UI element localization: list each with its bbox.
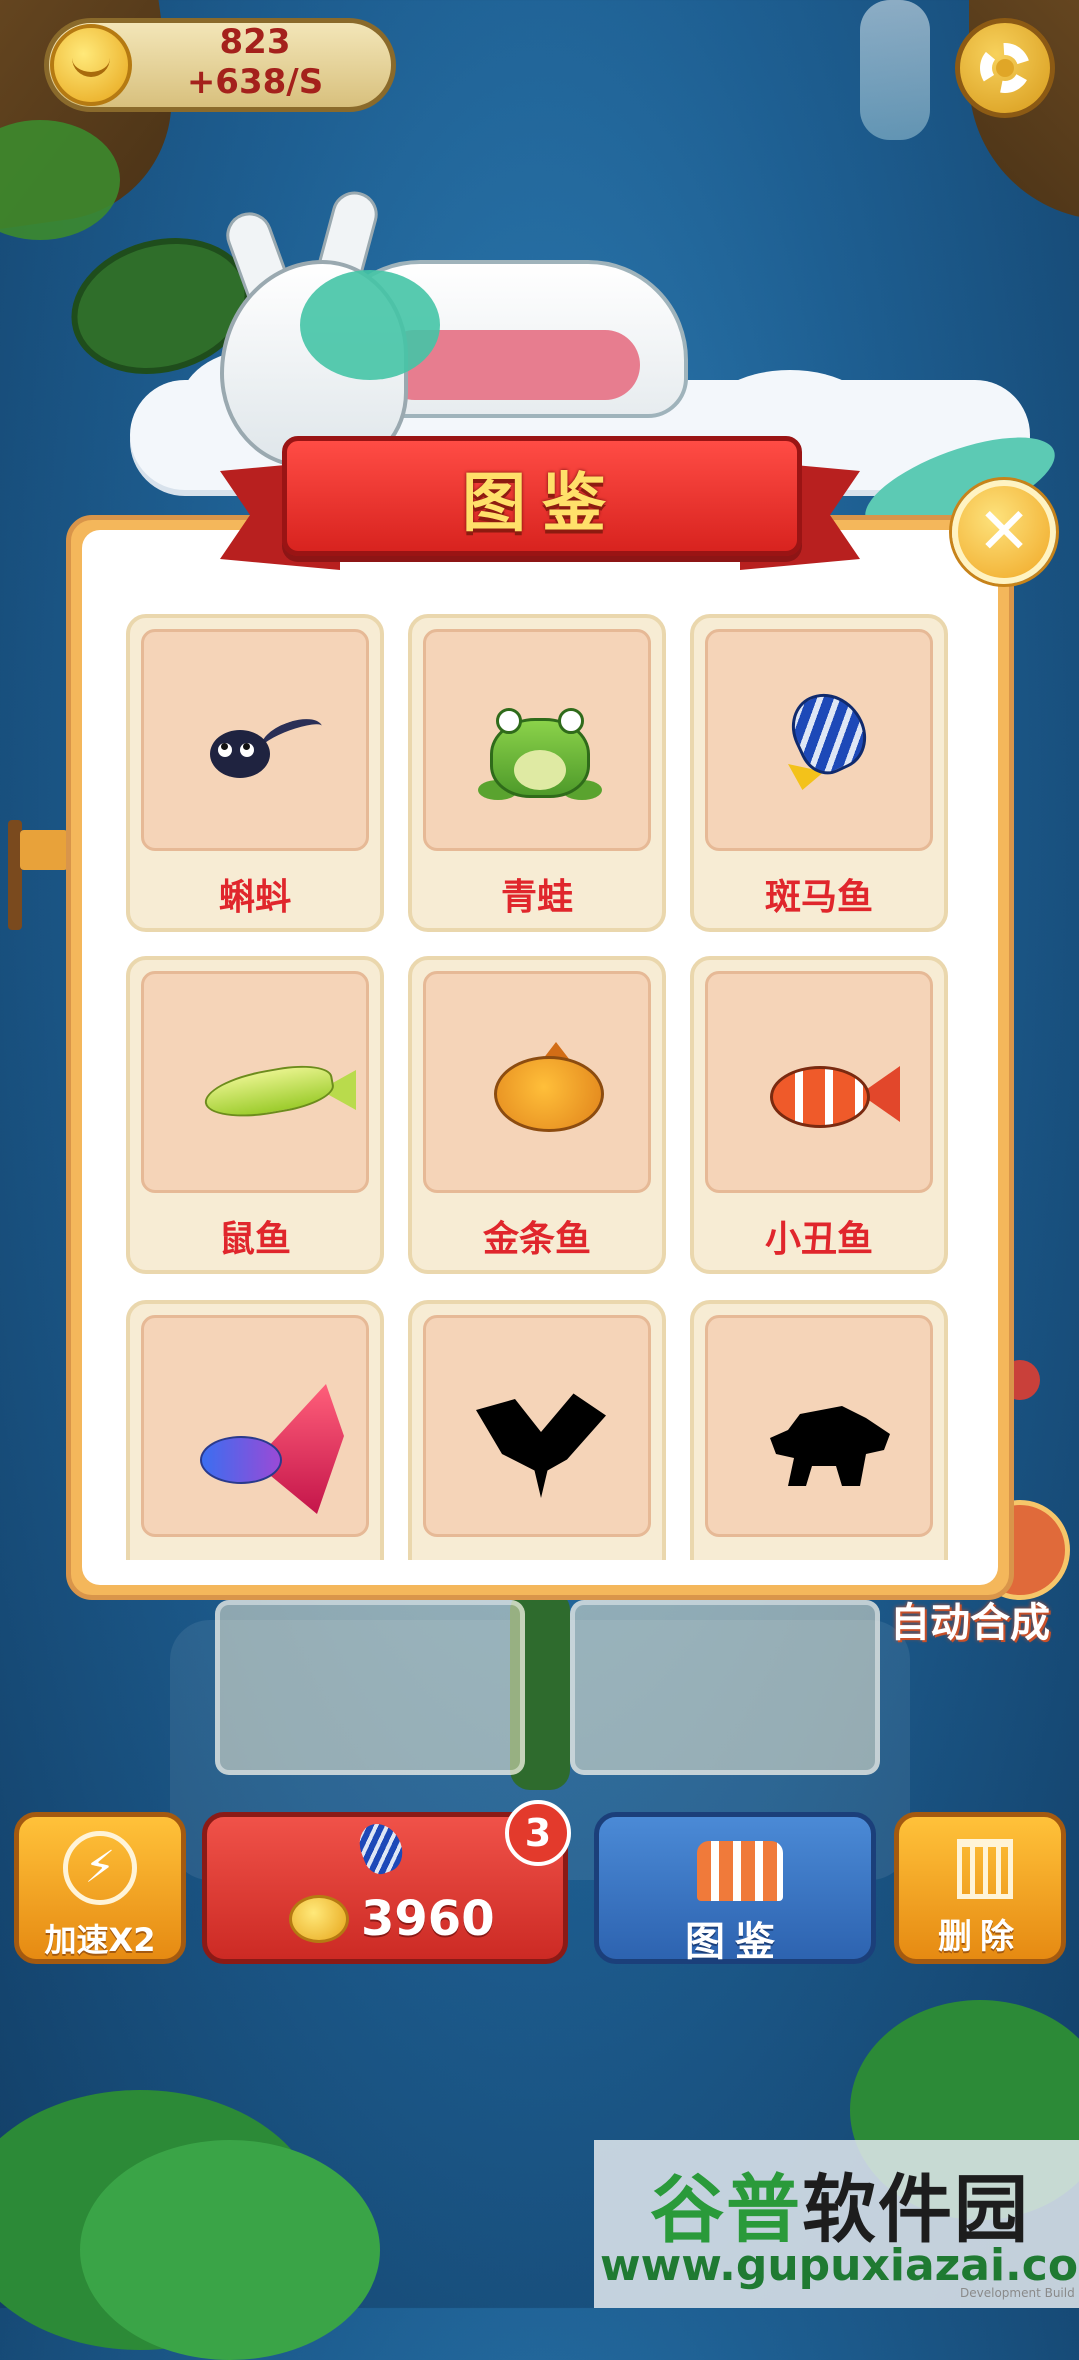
item-label: 小丑鱼 — [764, 1219, 873, 1260]
item-label: 青蛙 — [500, 877, 573, 918]
item-image — [705, 629, 933, 851]
coin-amount: 823 — [219, 22, 291, 62]
dev-build-label: Development Build — [960, 2286, 1075, 2300]
close-button[interactable]: ✕ — [952, 480, 1056, 584]
coin-icon — [50, 24, 132, 106]
coin-icon — [289, 1895, 349, 1943]
collection-grid[interactable]: 蝌蚪 青蛙 斑马鱼 鼠鱼 金条鱼 小丑鱼 — [112, 600, 968, 1560]
clownfish-icon — [770, 1066, 870, 1128]
dialog-title: 图鉴 — [462, 467, 622, 541]
collection-button-label: 图鉴 — [685, 1919, 785, 1965]
item-label: 蝌蚪 — [218, 877, 291, 918]
collection-item-locked[interactable] — [408, 1300, 666, 1560]
waterfall — [860, 0, 930, 140]
manta-ray-silhouette-icon — [476, 1393, 606, 1498]
sign-board — [20, 830, 68, 870]
item-image — [141, 971, 369, 1193]
zebrafish-icon — [353, 1817, 409, 1879]
item-label: 金条鱼 — [482, 1219, 591, 1260]
settings-button[interactable] — [955, 18, 1055, 118]
speed-boost-button[interactable]: ⚡ 加速X2 — [14, 1812, 186, 1964]
mouse-fish-icon — [201, 1059, 337, 1125]
collection-item-mouse-fish[interactable]: 鼠鱼 — [126, 956, 384, 1274]
coin-rate: +638/S — [186, 62, 324, 102]
betta-fish-icon — [200, 1436, 282, 1484]
collection-button[interactable]: 图鉴 — [594, 1812, 876, 1965]
item-image — [705, 971, 933, 1193]
item-label: 斑马鱼 — [764, 877, 873, 918]
item-image — [705, 1315, 933, 1537]
close-icon: ✕ — [977, 495, 1031, 569]
collection-item-locked[interactable] — [690, 1300, 948, 1560]
merge-slot — [215, 1600, 525, 1775]
speed-boost-label: 加速X2 — [44, 1921, 156, 1959]
dragon-mane — [300, 270, 440, 380]
item-image — [423, 1315, 651, 1537]
item-image — [141, 629, 369, 851]
lightning-icon: ⚡ — [63, 1831, 137, 1905]
notification-badge: 3 — [505, 1800, 571, 1866]
coin-readout: 823 +638/S — [140, 22, 370, 102]
buy-price: 3960 — [361, 1891, 495, 1947]
bush — [80, 2140, 380, 2360]
golden-fish-icon — [494, 1056, 604, 1132]
collection-item-tadpole[interactable]: 蝌蚪 — [126, 614, 384, 932]
shop-icon — [697, 1841, 783, 1901]
watermark-url: www.gupuxiazai.com — [600, 2240, 1079, 2291]
collection-item-zebrafish[interactable]: 斑马鱼 — [690, 614, 948, 932]
item-label: 鼠鱼 — [218, 1219, 291, 1260]
collection-item-golden-fish[interactable]: 金条鱼 — [408, 956, 666, 1274]
turtle-silhouette-icon — [770, 1406, 890, 1486]
collection-item-clownfish[interactable]: 小丑鱼 — [690, 956, 948, 1274]
trash-icon — [957, 1839, 1013, 1899]
item-image — [423, 971, 651, 1193]
item-image — [423, 629, 651, 851]
collection-item-frog[interactable]: 青蛙 — [408, 614, 666, 932]
delete-button[interactable]: 删除 — [894, 1812, 1066, 1964]
item-image — [141, 1315, 369, 1537]
merge-slot — [570, 1600, 880, 1775]
delete-button-label: 删除 — [938, 1917, 1022, 1957]
collection-item-betta-fish[interactable] — [126, 1300, 384, 1560]
